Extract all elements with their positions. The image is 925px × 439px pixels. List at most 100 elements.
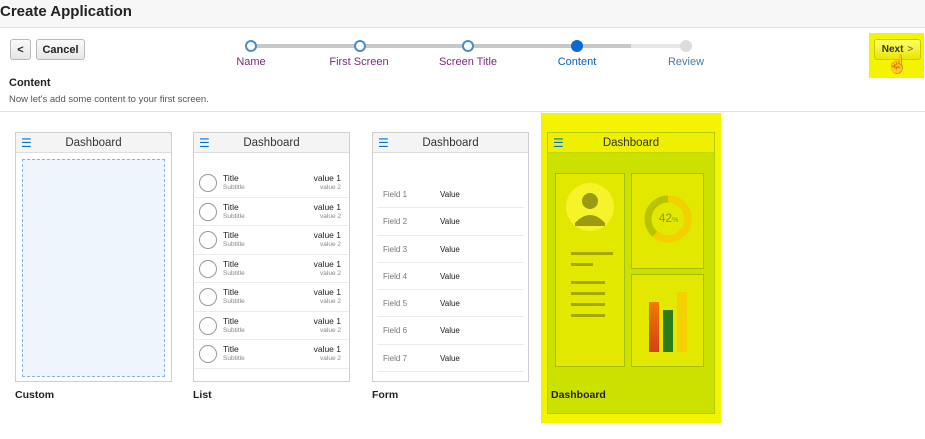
card-header-title: Dashboard	[65, 136, 122, 149]
item-subtitle: Subtitle	[223, 184, 245, 191]
item-value2: value 2	[320, 326, 341, 334]
form-row: Field 5 Value	[377, 290, 524, 318]
card-header-title: Dashboard	[602, 136, 660, 149]
page-title: Create Application	[0, 3, 132, 20]
item-subtitle: Subtitle	[223, 326, 245, 334]
item-subtitle: Subtitle	[223, 355, 245, 362]
field-label: Field 5	[383, 299, 408, 309]
template-custom[interactable]: ☰ Dashboard	[15, 132, 172, 382]
avatar-circle-icon	[199, 174, 217, 192]
template-form[interactable]: ☰ Dashboard Field 1 Value Field 2 Value Fiel…	[372, 132, 529, 382]
train-label-content[interactable]: Content	[532, 56, 622, 68]
train-stop-name[interactable]	[245, 40, 257, 52]
section-subtitle: Now let's add some content to your first…	[9, 94, 209, 105]
item-value1: value 1	[313, 201, 341, 212]
item-title: Title	[223, 315, 239, 326]
hand-pointer-icon: ☝	[886, 54, 909, 74]
list-items: Title Subtitle value 1 value 2 Title Subtitle…	[194, 169, 349, 369]
field-value: Value	[440, 326, 460, 336]
avatar-circle-icon	[199, 231, 217, 249]
template-dashboard[interactable]: ☰ Dashboard 42%	[547, 132, 715, 414]
field-value: Value	[440, 299, 460, 309]
custom-placeholder	[22, 159, 165, 377]
template-label-custom[interactable]: Custom	[15, 389, 54, 401]
card-header: ☰ Dashboard	[16, 133, 171, 153]
card-header: ☰ Dashboard	[548, 133, 714, 153]
train-label-name[interactable]: Name	[206, 56, 296, 68]
form-row: Field 4 Value	[377, 263, 524, 291]
form-row: Field 2 Value	[377, 208, 524, 236]
title-bar: Create Application	[0, 0, 925, 28]
user-avatar-icon	[566, 183, 614, 231]
item-value1: value 1	[313, 315, 341, 326]
template-list[interactable]: ☰ Dashboard Title Subtitle value 1 value 2T…	[193, 132, 350, 382]
divider	[0, 111, 925, 112]
train-label-first-screen[interactable]: First Screen	[314, 56, 404, 68]
template-label-dashboard[interactable]: Dashboard	[551, 389, 606, 401]
train-stop-content[interactable]	[571, 40, 583, 52]
avatar-circle-icon	[199, 288, 217, 306]
item-value2: value 2	[320, 241, 341, 248]
card-header: ☰ Dashboard	[373, 133, 528, 153]
profile-panel	[555, 173, 625, 367]
item-value1: value 1	[313, 287, 341, 297]
item-value1: value 1	[313, 258, 341, 269]
avatar-circle-icon	[199, 345, 217, 363]
item-title: Title	[223, 230, 239, 240]
field-value: Value	[440, 271, 460, 281]
form-row: Field 1 Value	[377, 181, 524, 209]
hamburger-icon: ☰	[553, 136, 564, 150]
card-header: ☰ Dashboard	[194, 133, 349, 153]
avatar-circle-icon	[199, 259, 217, 278]
item-value1: value 1	[313, 344, 341, 354]
list-item: Title Subtitle value 1 value 2	[194, 255, 349, 283]
train-label-screen-title[interactable]: Screen Title	[423, 56, 513, 68]
cancel-button[interactable]: Cancel	[36, 39, 85, 60]
item-title: Title	[223, 173, 239, 183]
template-label-form[interactable]: Form	[372, 389, 398, 401]
hamburger-icon: ☰	[21, 136, 32, 150]
item-subtitle: Subtitle	[223, 212, 245, 220]
text-line	[571, 314, 605, 317]
form-fields: Field 1 Value Field 2 Value Field 3 Value Fiel…	[373, 181, 528, 373]
list-item: Title Subtitle value 1 value 2	[194, 198, 349, 226]
form-row: Field 7 Value	[377, 345, 524, 373]
train-stop-screen-title[interactable]	[462, 40, 474, 52]
bar-red	[649, 302, 659, 352]
item-value2: value 2	[320, 269, 341, 277]
train-stop-first-screen[interactable]	[354, 40, 366, 52]
field-label: Field 7	[383, 353, 408, 363]
field-label: Field 6	[383, 326, 408, 336]
item-value1: value 1	[313, 173, 341, 183]
item-value1: value 1	[313, 230, 341, 240]
avatar-circle-icon	[199, 202, 217, 221]
item-subtitle: Subtitle	[223, 298, 245, 305]
bar-chart-panel	[631, 274, 704, 367]
bar-green	[663, 310, 673, 352]
field-value: Value	[440, 244, 460, 254]
field-value: Value	[440, 217, 460, 227]
hamburger-icon: ☰	[199, 136, 210, 150]
item-title: Title	[223, 258, 239, 269]
field-label: Field 3	[383, 244, 408, 254]
back-button[interactable]: <	[10, 39, 31, 60]
form-row: Field 6 Value	[377, 317, 524, 345]
bar-yellow	[677, 292, 687, 352]
card-header-title: Dashboard	[243, 136, 300, 149]
section-title: Content	[9, 77, 51, 89]
field-value: Value	[440, 190, 460, 199]
item-value2: value 2	[320, 298, 341, 305]
train-stop-review	[680, 40, 692, 52]
list-item: Title Subtitle value 1 value 2	[194, 312, 349, 340]
field-label: Field 2	[383, 217, 408, 227]
list-item: Title Subtitle value 1 value 2	[194, 283, 349, 312]
item-title: Title	[223, 287, 239, 297]
field-label: Field 1	[383, 190, 408, 199]
gauge-panel: 42%	[631, 173, 704, 269]
gauge-value: 42%	[658, 211, 679, 225]
list-item: Title Subtitle value 1 value 2	[194, 340, 349, 369]
hamburger-icon: ☰	[378, 136, 389, 150]
form-row: Field 3 Value	[377, 236, 524, 263]
text-line	[571, 292, 605, 295]
template-label-list[interactable]: List	[193, 389, 212, 401]
